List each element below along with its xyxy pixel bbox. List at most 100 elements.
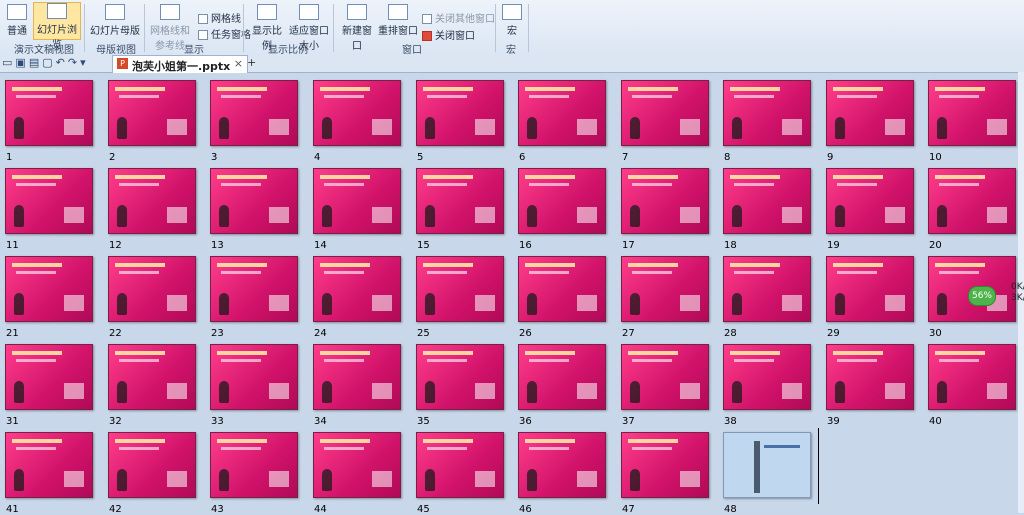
gridlines-checkbox[interactable]: 网格线 (198, 10, 241, 25)
slide-thumbnail-shape (64, 295, 84, 311)
slide-thumbnail[interactable] (5, 432, 93, 498)
slide-thumbnail[interactable] (416, 344, 504, 410)
slide-thumbnail-shape (12, 439, 62, 443)
slide-thumbnail-shape (837, 271, 877, 274)
slide-thumbnail[interactable] (723, 344, 811, 410)
slide-thumbnail[interactable] (210, 80, 298, 146)
slide-thumbnail-shape (833, 87, 883, 91)
slide-thumbnail-shape (425, 381, 435, 403)
close-window-button[interactable]: 关闭窗口 (422, 27, 475, 42)
slide-thumbnail[interactable] (210, 344, 298, 410)
slide-master-button[interactable]: 幻灯片母版 (90, 4, 140, 38)
slide-thumbnail-shape (527, 117, 537, 139)
fit-to-window-button[interactable]: 适应窗口大小 (288, 4, 330, 52)
new-window-icon (347, 4, 367, 20)
slide-thumbnail[interactable] (313, 256, 401, 322)
slide-thumbnail[interactable] (108, 168, 196, 234)
slide-thumbnail[interactable] (826, 256, 914, 322)
slide-thumbnail-shape (320, 175, 370, 179)
arrange-windows-button[interactable]: 重排窗口 (378, 4, 418, 38)
slide-thumbnail[interactable] (826, 80, 914, 146)
slide-thumbnail[interactable] (621, 344, 709, 410)
slide-thumbnail-shape (372, 383, 392, 399)
slide-thumbnail[interactable] (5, 80, 93, 146)
slide-thumbnail[interactable] (210, 168, 298, 234)
slide-thumbnail[interactable] (416, 432, 504, 498)
slide-thumbnail[interactable] (108, 432, 196, 498)
slide-number: 11 (6, 240, 19, 251)
slide-thumbnail[interactable] (210, 256, 298, 322)
grid-and-guides-button[interactable]: 网格线和参考线 (148, 4, 192, 52)
slide-thumbnail[interactable] (826, 344, 914, 410)
slide-thumbnail[interactable] (416, 168, 504, 234)
customize-dropdown-icon[interactable]: ▾ (80, 56, 89, 69)
slide-thumbnail[interactable] (108, 80, 196, 146)
slide-thumbnail[interactable] (313, 432, 401, 498)
slide-thumbnail-shape (425, 469, 435, 491)
slide-thumbnail[interactable] (621, 80, 709, 146)
normal-view-button[interactable]: 普通 (4, 4, 30, 38)
slide-thumbnail[interactable] (621, 168, 709, 234)
slide-thumbnail[interactable] (723, 80, 811, 146)
close-other-windows-button[interactable]: 关闭其他窗口 (422, 10, 495, 25)
slide-number: 12 (109, 240, 122, 251)
slide-thumbnail[interactable] (723, 256, 811, 322)
slide-thumbnail[interactable] (518, 432, 606, 498)
slide-thumbnail-shape (16, 95, 56, 98)
print-icon[interactable]: ▤ (29, 56, 42, 69)
slide-thumbnail[interactable] (621, 256, 709, 322)
close-tab-icon[interactable]: × (234, 57, 243, 70)
slide-thumbnail[interactable] (518, 344, 606, 410)
slide-thumbnail[interactable] (416, 80, 504, 146)
slide-thumbnail[interactable] (5, 344, 93, 410)
open-icon[interactable]: ▭ (2, 56, 15, 69)
slide-thumbnail[interactable] (928, 344, 1016, 410)
slide-number: 14 (314, 240, 327, 251)
network-speed-badge[interactable]: 56% (968, 286, 996, 306)
zoom-button[interactable]: 显示比例 (248, 4, 286, 52)
slide-thumbnail-shape (269, 471, 289, 487)
save-icon[interactable]: ▣ (15, 56, 28, 69)
slide-thumbnail[interactable] (5, 168, 93, 234)
slide-number: 8 (724, 152, 731, 163)
undo-icon[interactable]: ↶ (56, 56, 68, 69)
slide-thumbnail[interactable] (518, 256, 606, 322)
slide-thumbnail[interactable] (5, 256, 93, 322)
slide-thumbnail[interactable] (928, 168, 1016, 234)
slide-thumbnail-shape (475, 295, 495, 311)
slide-thumbnail[interactable] (723, 432, 811, 498)
slide-thumbnail[interactable] (210, 432, 298, 498)
slide-number: 20 (929, 240, 942, 251)
slide-thumbnail-shape (423, 175, 473, 179)
slide-thumbnail[interactable] (826, 168, 914, 234)
group-separator (333, 4, 334, 52)
slide-thumbnail[interactable] (313, 80, 401, 146)
slide-thumbnail-shape (939, 183, 979, 186)
slide-thumbnail-shape (939, 271, 979, 274)
preview-icon[interactable]: ▢ (42, 56, 55, 69)
slide-thumbnail[interactable] (723, 168, 811, 234)
slide-thumbnail-shape (628, 351, 678, 355)
slide-number: 40 (929, 416, 942, 427)
slide-sorter-button[interactable]: 幻灯片浏览 (33, 2, 81, 51)
document-tab[interactable]: P 泡芙小姐第一.pptx × (112, 55, 248, 73)
new-tab-button[interactable]: + (247, 56, 256, 69)
slide-thumbnail[interactable] (518, 168, 606, 234)
slide-thumbnail-shape (835, 117, 845, 139)
slide-thumbnail[interactable] (313, 344, 401, 410)
slide-thumbnail-shape (217, 263, 267, 267)
slide-number: 42 (109, 504, 122, 515)
redo-icon[interactable]: ↷ (68, 56, 80, 69)
slide-thumbnail[interactable] (416, 256, 504, 322)
slide-thumbnail-shape (782, 119, 802, 135)
slide-thumbnail[interactable] (313, 168, 401, 234)
slide-thumbnail-shape (680, 471, 700, 487)
slide-thumbnail[interactable] (518, 80, 606, 146)
slide-thumbnail[interactable] (108, 256, 196, 322)
new-window-button[interactable]: 新建窗口 (338, 4, 376, 52)
macros-button[interactable]: 宏 (500, 4, 524, 38)
slide-thumbnail[interactable] (621, 432, 709, 498)
slide-thumbnail[interactable] (108, 344, 196, 410)
slide-thumbnail[interactable] (928, 80, 1016, 146)
slide-thumbnail-shape (219, 117, 229, 139)
